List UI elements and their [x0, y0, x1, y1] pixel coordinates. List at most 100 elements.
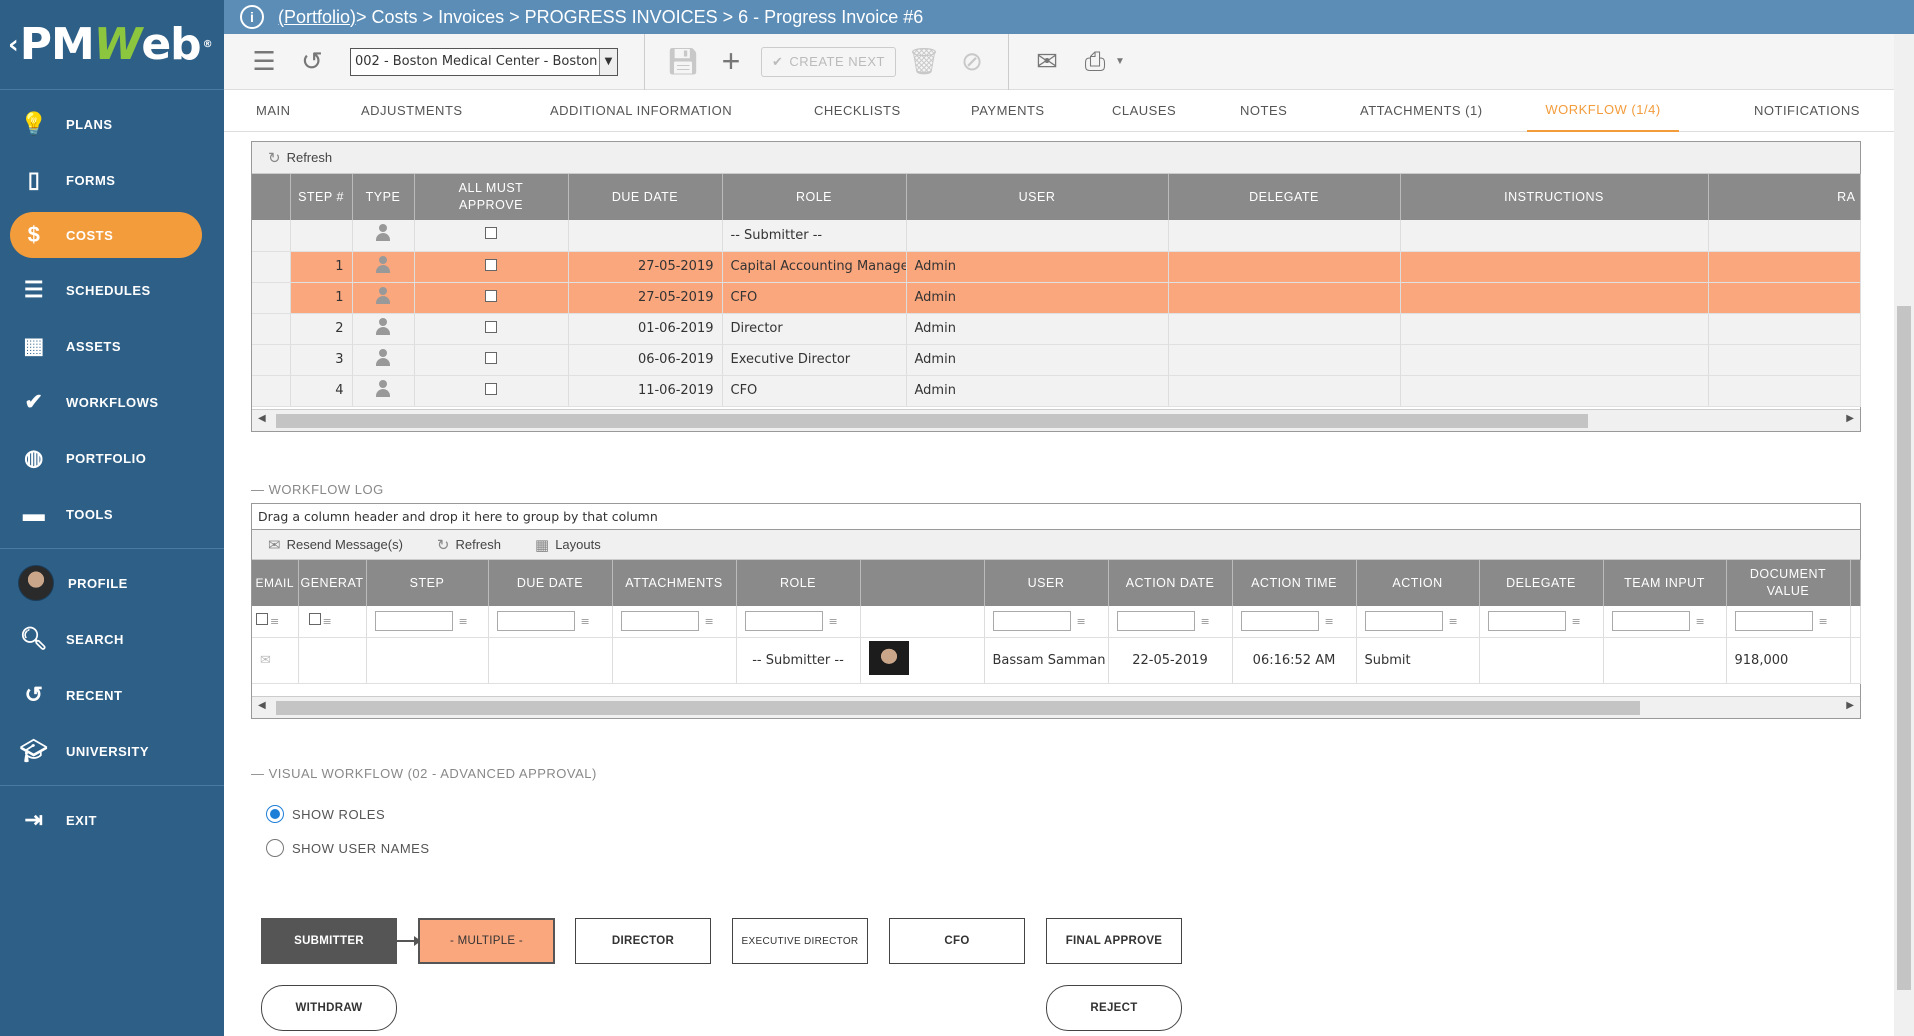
- steps-col-delegate[interactable]: DELEGATE: [1168, 174, 1401, 220]
- scroll-right-icon[interactable]: ▶: [1846, 413, 1854, 424]
- filter-icon[interactable]: ≡: [1201, 615, 1210, 628]
- filter-input[interactable]: [1611, 611, 1690, 632]
- filter-icon[interactable]: ≡: [459, 615, 468, 628]
- filter-input[interactable]: [1487, 611, 1566, 632]
- chevron-down-icon[interactable]: ▼: [1115, 56, 1125, 67]
- log-col-email[interactable]: EMAIL: [252, 560, 299, 606]
- tab-adjustments[interactable]: ADJUSTMENTS: [361, 90, 463, 132]
- filter-input[interactable]: [374, 611, 453, 632]
- filter-icon[interactable]: ≡: [270, 615, 279, 628]
- filter-input[interactable]: [1734, 611, 1813, 632]
- email-icon[interactable]: ✉: [1027, 42, 1067, 82]
- steps-col-ra[interactable]: RA: [1708, 174, 1861, 220]
- filter-icon[interactable]: ≡: [1572, 615, 1581, 628]
- log-col-due-date[interactable]: DUE DATE: [488, 560, 613, 606]
- filter-icon[interactable]: ≡: [1325, 615, 1334, 628]
- filter-input[interactable]: [744, 611, 823, 632]
- reject-button[interactable]: REJECT: [1046, 985, 1182, 1031]
- filter-input[interactable]: [992, 611, 1071, 632]
- print-icon[interactable]: ⎙: [1075, 42, 1115, 82]
- checkbox[interactable]: [485, 289, 497, 302]
- steps-col-due-date[interactable]: DUE DATE: [568, 174, 723, 220]
- filter-input[interactable]: [1116, 611, 1195, 632]
- show-roles-radio[interactable]: SHOW ROLES: [266, 805, 385, 823]
- wf-node-submitter[interactable]: SUBMITTER: [261, 918, 397, 964]
- history-icon[interactable]: ↺: [292, 42, 332, 82]
- add-icon[interactable]: +: [711, 42, 751, 82]
- steps-col-user[interactable]: USER: [906, 174, 1169, 220]
- sidebar-item-assets[interactable]: ▦ ASSETS: [0, 318, 224, 374]
- checkbox[interactable]: [485, 351, 497, 364]
- scroll-left-icon[interactable]: ◀: [258, 700, 266, 711]
- filter-icon[interactable]: ≡: [1819, 615, 1828, 628]
- info-icon[interactable]: i: [240, 5, 264, 29]
- steps-col-step[interactable]: STEP #: [290, 174, 353, 220]
- steps-col-instructions[interactable]: INSTRUCTIONS: [1400, 174, 1709, 220]
- checkbox[interactable]: [485, 320, 497, 333]
- filter-checkbox[interactable]: [308, 613, 321, 626]
- table-row[interactable]: -- Submitter --: [252, 220, 1861, 252]
- page-vertical-scrollbar[interactable]: [1894, 34, 1914, 1036]
- wf-node-executive-director[interactable]: EXECUTIVE DIRECTOR: [732, 918, 868, 964]
- log-col-step[interactable]: STEP: [366, 560, 489, 606]
- cancel-icon[interactable]: ⊘: [952, 42, 992, 82]
- save-icon[interactable]: 💾︎: [663, 42, 703, 82]
- filter-icon[interactable]: ≡: [1077, 615, 1086, 628]
- create-next-button[interactable]: ✔ CREATE NEXT: [761, 46, 896, 77]
- scrollbar-thumb[interactable]: [276, 701, 1640, 715]
- table-row[interactable]: ✉ -- Submitter -- Bassam Samman 22-05-20…: [252, 637, 1861, 684]
- sidebar-item-university[interactable]: 🎓︎ UNIVERSITY: [0, 723, 224, 779]
- log-refresh-button[interactable]: ↻ Refresh: [437, 536, 501, 554]
- tab-additional-information[interactable]: ADDITIONAL INFORMATION: [550, 90, 732, 132]
- log-col-generate[interactable]: GENERAT: [298, 560, 367, 606]
- scroll-left-icon[interactable]: ◀: [258, 413, 266, 424]
- filter-checkbox[interactable]: [256, 613, 268, 626]
- radio-unselected[interactable]: [266, 839, 284, 857]
- table-row[interactable]: 2 01-06-2019 Director Admin: [252, 313, 1861, 345]
- sidebar-item-schedules[interactable]: ☰ SCHEDULES: [0, 262, 224, 318]
- table-row[interactable]: 3 06-06-2019 Executive Director Admin: [252, 344, 1861, 376]
- workflow-log-section-header[interactable]: — WORKFLOW LOG: [251, 482, 384, 497]
- resend-message-button[interactable]: ✉ Resend Message(s): [268, 536, 403, 554]
- log-col-user[interactable]: USER: [984, 560, 1109, 606]
- filter-input[interactable]: [1240, 611, 1319, 632]
- scrollbar-thumb[interactable]: [276, 414, 1588, 428]
- wf-node-final-approve[interactable]: FINAL APPROVE: [1046, 918, 1182, 964]
- group-by-area[interactable]: Drag a column header and drop it here to…: [252, 504, 1860, 530]
- filter-input[interactable]: [496, 611, 575, 632]
- steps-col-role[interactable]: ROLE: [722, 174, 907, 220]
- tab-attachments[interactable]: ATTACHMENTS (1): [1360, 90, 1483, 132]
- filter-icon[interactable]: ≡: [581, 615, 590, 628]
- filter-icon[interactable]: ≡: [705, 615, 714, 628]
- steps-col-all-must-approve[interactable]: ALL MUST APPROVE: [414, 174, 569, 220]
- steps-refresh-button[interactable]: ↻ Refresh: [268, 149, 332, 167]
- tab-notifications[interactable]: NOTIFICATIONS: [1754, 90, 1860, 132]
- tab-clauses[interactable]: CLAUSES: [1112, 90, 1176, 132]
- sidebar-item-tools[interactable]: ▬ TOOLS: [0, 486, 224, 542]
- visual-workflow-section-header[interactable]: — VISUAL WORKFLOW (02 - ADVANCED APPROVA…: [251, 766, 597, 781]
- log-col-action[interactable]: ACTION: [1356, 560, 1480, 606]
- steps-col-type[interactable]: TYPE: [352, 174, 415, 220]
- sidebar-item-profile[interactable]: PROFILE: [0, 555, 224, 611]
- filter-icon[interactable]: ≡: [323, 615, 332, 628]
- layouts-button[interactable]: ▦ Layouts: [535, 536, 601, 554]
- tab-payments[interactable]: PAYMENTS: [971, 90, 1045, 132]
- withdraw-button[interactable]: WITHDRAW: [261, 985, 397, 1031]
- log-horizontal-scrollbar[interactable]: ◀ ▶: [252, 696, 1860, 718]
- sidebar-item-search[interactable]: 🔍︎ SEARCH: [0, 611, 224, 667]
- log-col-action-date[interactable]: ACTION DATE: [1108, 560, 1233, 606]
- log-col-delegate[interactable]: DELEGATE: [1479, 560, 1604, 606]
- checkbox[interactable]: [485, 258, 497, 271]
- sidebar-item-costs[interactable]: $ COSTS: [10, 212, 202, 258]
- sidebar-item-forms[interactable]: ▯ FORMS: [0, 152, 224, 208]
- table-row[interactable]: 1 27-05-2019 Capital Accounting Manager Adm…: [252, 251, 1861, 283]
- filter-icon[interactable]: ≡: [1696, 615, 1705, 628]
- scrollbar-thumb[interactable]: [1897, 306, 1911, 990]
- filter-icon[interactable]: ≡: [1449, 615, 1458, 628]
- scroll-right-icon[interactable]: ▶: [1846, 700, 1854, 711]
- log-col-action-time[interactable]: ACTION TIME: [1232, 560, 1357, 606]
- show-user-names-radio[interactable]: SHOW USER NAMES: [266, 839, 430, 857]
- sidebar-item-workflows[interactable]: ✔ WORKFLOWS: [0, 374, 224, 430]
- sidebar-item-plans[interactable]: 💡 PLANS: [0, 96, 224, 152]
- log-col-document-value[interactable]: DOCUMENT VALUE: [1726, 560, 1851, 606]
